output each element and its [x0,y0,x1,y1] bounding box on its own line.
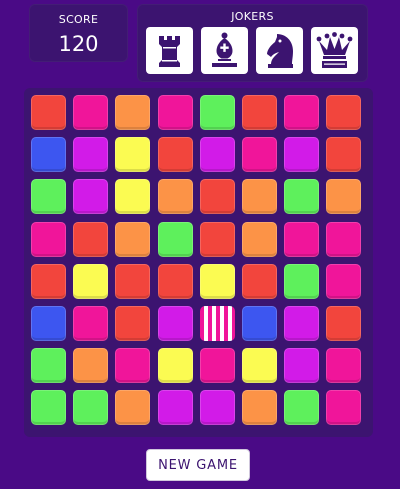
tile-r7-c3[interactable] [115,348,151,384]
joker-queen-button[interactable] [311,27,358,74]
tile-r3-c1[interactable] [31,179,66,215]
game-board [24,88,373,437]
tile-r3-c7[interactable] [284,179,320,215]
tile-r6-c4[interactable] [157,306,193,341]
score-value: 120 [58,32,99,56]
tile-r8-c1[interactable] [31,390,66,426]
new-game-button[interactable]: NEW GAME [146,449,250,481]
tile-r7-c5[interactable] [199,348,235,384]
score-label: SCORE [58,13,99,26]
tile-r1-c5[interactable] [199,95,235,130]
tile-r2-c3[interactable] [115,137,151,173]
tile-r7-c8[interactable] [326,348,362,384]
joker-knight-button[interactable] [256,27,303,74]
tile-r4-c1[interactable] [31,221,66,257]
tile-r3-c2[interactable] [73,179,109,215]
tile-r6-c1[interactable] [31,306,66,341]
tile-r3-c5[interactable] [199,179,235,215]
tile-r4-c6[interactable] [242,221,277,257]
tile-r5-c4[interactable] [157,263,193,299]
tile-r2-c7[interactable] [284,137,320,173]
tile-r6-c6[interactable] [242,306,277,341]
bishop-icon [212,32,237,67]
tile-r4-c8[interactable] [326,221,362,257]
joker-bishop-button[interactable] [201,27,248,74]
tile-r1-c8[interactable] [326,95,362,130]
tile-r3-c3[interactable] [115,179,151,215]
tile-r4-c4[interactable] [157,221,193,257]
tile-r4-c7[interactable] [284,221,320,257]
tile-r6-c7[interactable] [284,306,320,341]
knight-icon [267,34,293,68]
tile-r8-c3[interactable] [115,390,151,426]
tile-r6-c5[interactable] [199,306,235,341]
tile-r8-c6[interactable] [242,390,277,426]
tile-r2-c1[interactable] [31,137,66,173]
jokers-label: JOKERS [231,10,274,23]
score-panel: SCORE 120 [29,4,128,62]
tile-r8-c7[interactable] [284,390,320,426]
tile-r8-c5[interactable] [199,390,235,426]
tile-r3-c8[interactable] [326,179,362,215]
tile-r6-c3[interactable] [115,306,151,341]
rook-icon [159,36,180,67]
tile-r5-c2[interactable] [73,263,109,299]
tile-r5-c6[interactable] [242,263,277,299]
tile-r5-c1[interactable] [31,263,66,299]
tile-r1-c1[interactable] [31,95,66,130]
tile-r8-c8[interactable] [326,390,362,426]
joker-rook-button[interactable] [146,27,193,74]
tile-r1-c7[interactable] [284,95,320,130]
tile-r6-c2[interactable] [73,306,109,341]
tile-r5-c7[interactable] [284,263,320,299]
tile-r7-c4[interactable] [157,348,193,384]
tile-r4-c5[interactable] [199,221,235,257]
tile-r6-c8[interactable] [326,306,362,341]
tile-r2-c8[interactable] [326,137,362,173]
tile-r8-c2[interactable] [73,390,109,426]
tile-r5-c8[interactable] [326,263,362,299]
tile-r1-c6[interactable] [242,95,277,130]
tile-r4-c3[interactable] [115,221,151,257]
tile-r7-c6[interactable] [242,348,277,384]
tile-r2-c4[interactable] [157,137,193,173]
tile-r2-c6[interactable] [242,137,277,173]
tile-r1-c2[interactable] [73,95,109,130]
tile-r8-c4[interactable] [157,390,193,426]
tile-r5-c3[interactable] [115,263,151,299]
tile-r1-c4[interactable] [157,95,193,130]
tile-r4-c2[interactable] [73,221,109,257]
tile-r3-c4[interactable] [157,179,193,215]
jokers-panel: JOKERS [137,4,368,82]
tile-r2-c5[interactable] [199,137,235,173]
tile-r7-c1[interactable] [31,348,66,384]
tile-r7-c2[interactable] [73,348,109,384]
tile-r1-c3[interactable] [115,95,151,130]
tile-r3-c6[interactable] [242,179,277,215]
tile-r5-c5[interactable] [199,263,235,299]
tile-r2-c2[interactable] [73,137,109,173]
tile-r7-c7[interactable] [284,348,320,384]
queen-icon [316,32,353,68]
